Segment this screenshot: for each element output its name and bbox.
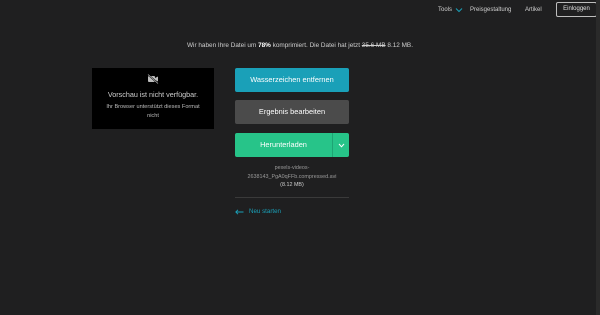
- summary-prefix: Wir haben Ihre Datei um: [187, 42, 257, 49]
- preview-panel: Vorschau ist nicht verfügbar. Ihr Browse…: [92, 68, 214, 129]
- file-name-line2: 2638143_PgA0qFFb.compressed.avi: [247, 173, 337, 180]
- original-size: 35.6 MB: [361, 42, 386, 49]
- scrollbar[interactable]: [596, 0, 600, 315]
- summary-mid: komprimiert. Die Datei hat jetzt: [272, 42, 361, 49]
- download-options-button[interactable]: [333, 133, 349, 157]
- chevron-down-icon: [338, 143, 344, 148]
- compression-percent: 78%: [258, 42, 271, 49]
- top-navigation: Tools Preisgestaltung Artikel Einloggen: [0, 0, 600, 22]
- chevron-down-icon: [455, 8, 463, 13]
- download-button[interactable]: Herunterladen: [235, 133, 332, 157]
- remove-watermark-button[interactable]: Wasserzeichen entfernen: [235, 68, 349, 92]
- login-button[interactable]: Einloggen: [556, 2, 597, 17]
- restart-label: Neu starten: [249, 208, 281, 215]
- file-info: pexels-videos- 2638143_PgA0qFFb.compress…: [235, 164, 349, 190]
- nav-article-link[interactable]: Artikel: [525, 7, 542, 13]
- download-button-group: Herunterladen: [235, 133, 349, 157]
- nav-pricing-link[interactable]: Preisgestaltung: [470, 7, 511, 13]
- compression-summary: Wir haben Ihre Datei um 78% komprimiert.…: [0, 42, 600, 49]
- divider: [235, 197, 349, 198]
- nav-tools-label: Tools: [438, 7, 453, 13]
- new-size: 8.12 MB.: [387, 42, 413, 49]
- preview-unavailable-title: Vorschau ist nicht verfügbar.: [107, 90, 199, 99]
- arrow-left-icon: [235, 208, 244, 215]
- preview-unavailable-subtitle: Ihr Browser unterstützt dieses Format ni…: [106, 104, 200, 119]
- edit-result-button[interactable]: Ergebnis bearbeiten: [235, 100, 349, 124]
- video-off-icon: [147, 74, 159, 84]
- file-name-line1: pexels-videos-: [274, 165, 310, 171]
- nav-tools-menu[interactable]: Tools: [438, 7, 463, 13]
- restart-link[interactable]: Neu starten: [235, 208, 281, 215]
- file-size: (8.12 MB): [280, 182, 304, 188]
